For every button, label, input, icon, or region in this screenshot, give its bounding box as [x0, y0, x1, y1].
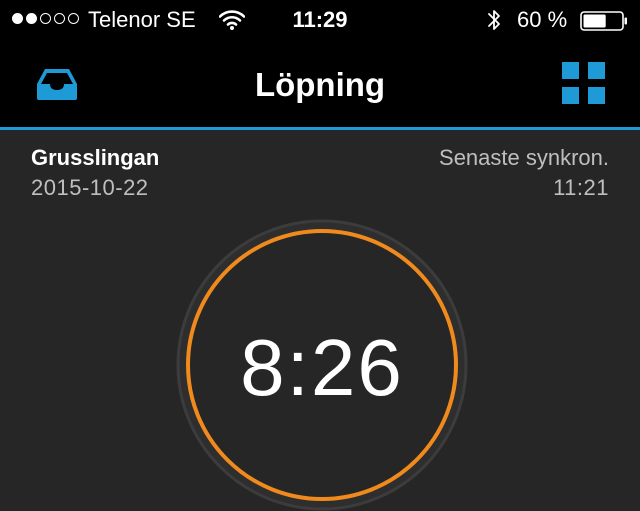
timer-value: 8:26 [240, 323, 404, 412]
page-title: Löpning [254, 66, 386, 103]
navigation-bar: Löpning [0, 50, 640, 120]
last-sync-label: Senaste synkron. [439, 145, 609, 170]
header-accent-line [0, 127, 640, 130]
battery-percentage: 60 % [517, 7, 568, 32]
bluetooth-icon [488, 10, 500, 30]
route-name: Grusslingan [31, 145, 160, 170]
battery-icon [580, 11, 627, 31]
last-sync-time: 11:21 [553, 175, 609, 200]
route-date: 2015-10-22 [31, 175, 149, 200]
status-bar: Telenor SE 11:29 60 % [0, 0, 640, 40]
grid-icon[interactable] [562, 62, 606, 104]
